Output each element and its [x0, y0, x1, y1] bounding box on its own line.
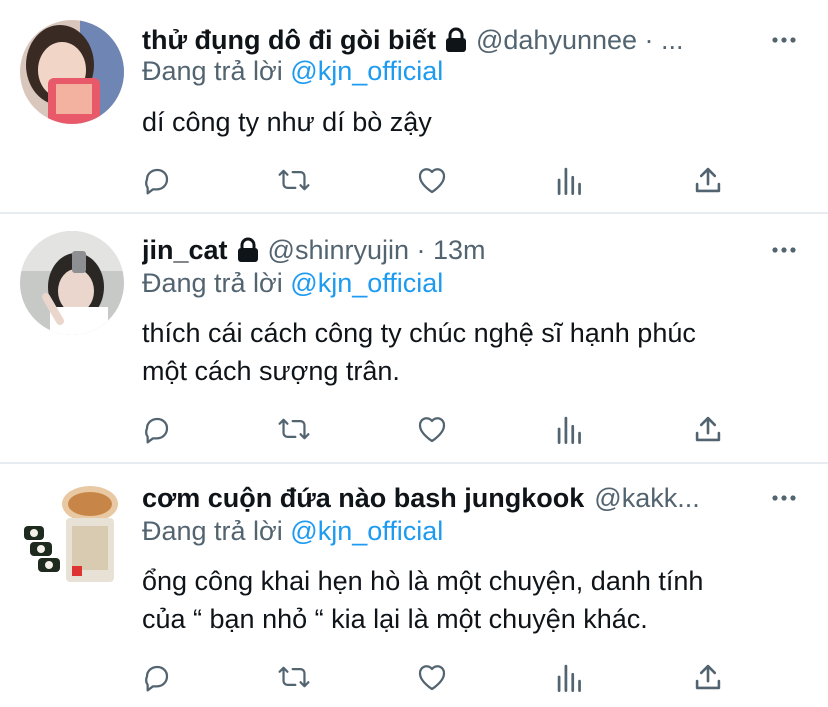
analytics-button[interactable] [550, 160, 590, 200]
like-button[interactable] [412, 657, 452, 697]
share-button[interactable] [688, 160, 728, 200]
tweet-text-line: của “ bạn nhỏ “ kia lại là một chuyện kh… [142, 604, 648, 634]
like-button[interactable] [412, 409, 452, 449]
retweet-button[interactable] [274, 160, 314, 200]
tweet-text: dí công ty như dí bò zậy [142, 103, 798, 141]
tweet-text-line: một cách sượng trân. [142, 356, 400, 386]
analytics-button[interactable] [550, 409, 590, 449]
reply-button[interactable] [137, 160, 177, 200]
reply-bubble-icon [145, 168, 169, 195]
share-upload-icon [695, 167, 721, 193]
replying-to: Đang trả lời @kjn_official [142, 268, 443, 299]
lock-icon [236, 237, 260, 263]
display-name[interactable]: cơm cuộn đứa nào bash jungkook [142, 483, 584, 514]
share-upload-icon [695, 664, 721, 690]
tweet-text-line: ổng công khai hẹn hò là một chuyện, danh… [142, 566, 704, 596]
heart-icon [418, 417, 446, 443]
share-upload-icon [695, 416, 721, 442]
tweet-header: jin_cat @shinryujin · 13m [142, 230, 768, 270]
handle-and-time[interactable]: @dahyunnee · ... [476, 25, 684, 56]
more-dots-icon[interactable] [764, 20, 804, 60]
avatar[interactable] [20, 482, 124, 586]
avatar[interactable] [20, 20, 124, 124]
tweet-text: thích cái cách công ty chúc nghệ sĩ hạnh… [142, 314, 798, 390]
replying-prefix: Đang trả lời [142, 268, 283, 298]
tweet-text: ổng công khai hẹn hò là một chuyện, danh… [142, 562, 798, 638]
mention-link[interactable]: @kjn_official [290, 268, 443, 298]
avatar[interactable] [20, 231, 124, 335]
tweet-header: thử đụng dô đi gòi biết @dahyunnee · ... [142, 20, 768, 60]
retweet-icon [278, 666, 310, 688]
tweet-3[interactable]: cơm cuộn đứa nào bash jungkook @kakk... … [0, 464, 828, 707]
tweet-text-line: thích cái cách công ty chúc nghệ sĩ hạnh… [142, 318, 696, 348]
tweet-header: cơm cuộn đứa nào bash jungkook @kakk... [142, 478, 768, 518]
handle-and-time[interactable]: @kakk... [594, 483, 699, 514]
reply-bubble-icon [145, 417, 169, 444]
heart-icon [418, 665, 446, 691]
handle-and-time[interactable]: @shinryujin · 13m [268, 235, 486, 266]
action-bar [142, 409, 742, 449]
tweet-2[interactable]: jin_cat @shinryujin · 13m Đang trả lời @… [0, 214, 828, 462]
display-name[interactable]: thử đụng dô đi gòi biết [142, 25, 436, 56]
like-button[interactable] [412, 160, 452, 200]
replying-to: Đang trả lời @kjn_official [142, 516, 443, 547]
analytics-bars-icon [557, 167, 581, 195]
mention-link[interactable]: @kjn_official [290, 56, 443, 86]
analytics-bars-icon [557, 664, 581, 692]
retweet-button[interactable] [274, 657, 314, 697]
display-name[interactable]: jin_cat [142, 235, 228, 266]
more-dots-icon[interactable] [764, 478, 804, 518]
tweet-text-line: dí công ty như dí bò zậy [142, 107, 432, 137]
retweet-icon [278, 418, 310, 440]
tweet-1[interactable]: thử đụng dô đi gòi biết @dahyunnee · ...… [0, 0, 828, 212]
share-button[interactable] [688, 657, 728, 697]
reply-button[interactable] [137, 657, 177, 697]
retweet-button[interactable] [274, 409, 314, 449]
analytics-bars-icon [557, 416, 581, 444]
analytics-button[interactable] [550, 657, 590, 697]
action-bar [142, 657, 742, 697]
reply-button[interactable] [137, 409, 177, 449]
heart-icon [418, 168, 446, 194]
action-bar [142, 160, 742, 200]
mention-link[interactable]: @kjn_official [290, 516, 443, 546]
replying-prefix: Đang trả lời [142, 516, 283, 546]
retweet-icon [278, 169, 310, 191]
replying-to: Đang trả lời @kjn_official [142, 56, 443, 87]
reply-bubble-icon [145, 665, 169, 692]
share-button[interactable] [688, 409, 728, 449]
more-dots-icon[interactable] [764, 230, 804, 270]
lock-icon [444, 27, 468, 53]
replying-prefix: Đang trả lời [142, 56, 283, 86]
